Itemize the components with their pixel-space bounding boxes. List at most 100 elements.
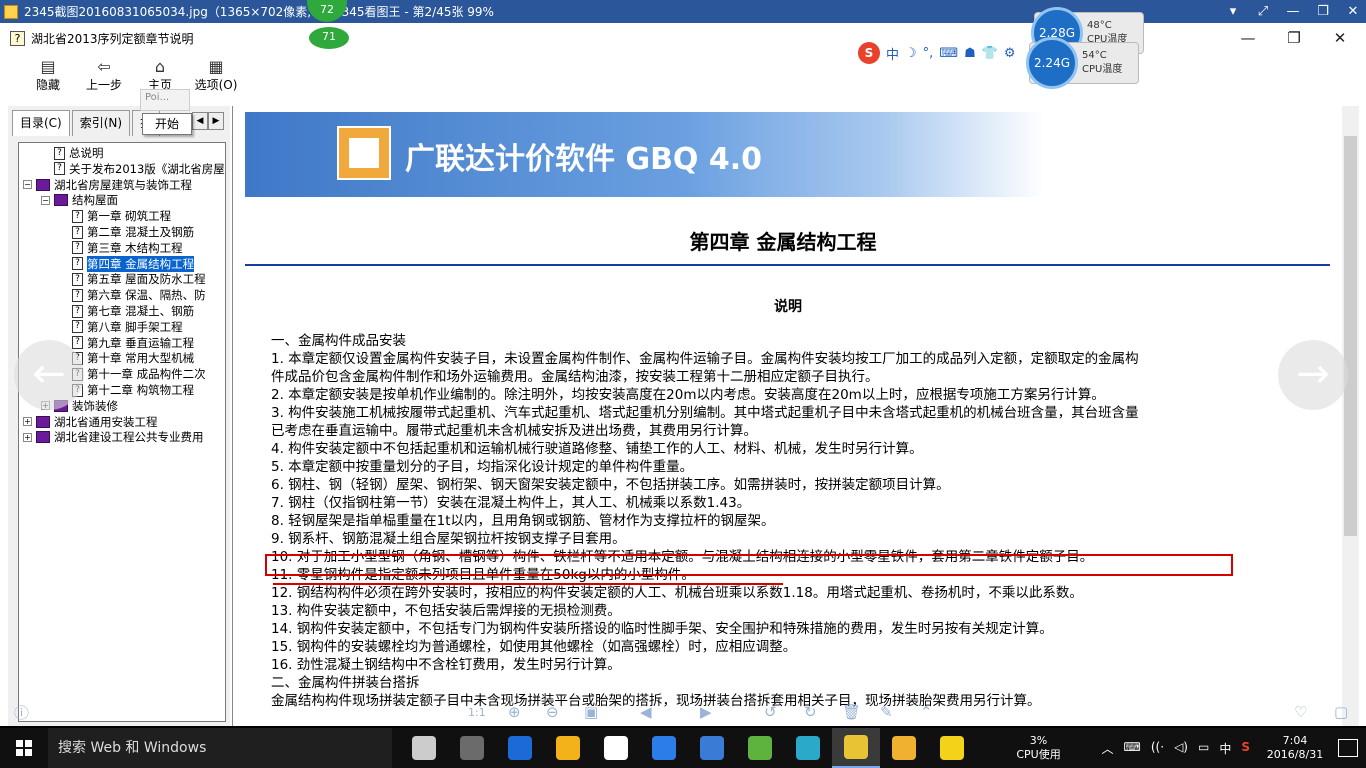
delete-icon[interactable]: 🗑 [842,703,861,721]
keyboard-icon[interactable]: ⌨ [1124,740,1141,757]
ime-chinese-mode[interactable]: 中 [886,44,899,63]
screenshot-icon[interactable]: ▢ [1334,703,1348,721]
viewer-menu-icon[interactable]: ▾ [1226,4,1240,19]
ime-moon-icon[interactable]: ☽ [905,46,917,61]
zoom-in-icon[interactable]: ⊕ [508,703,521,721]
back-arrow-icon: ⇦ [97,57,111,76]
next-image-arrow-icon[interactable]: → [1278,340,1348,410]
tree-item[interactable]: ? 第四章 金属结构工程 [59,255,195,272]
taskbar-app-icon[interactable] [688,728,736,768]
ime-user-icon[interactable]: ☗ [964,46,976,61]
back-button[interactable]: ⇦ 上一步 [76,53,132,95]
ime-skin-icon[interactable]: 👕 [982,46,998,61]
app-icon [748,736,772,760]
sogou-ime-icon[interactable]: S [858,42,880,64]
zoom-out-icon[interactable]: ⊖ [546,703,559,721]
actual-size-icon[interactable]: 1:1 [468,706,486,719]
taskbar-search[interactable]: 搜索 Web 和 Windows [48,728,392,768]
taskbar-app-icon[interactable] [784,728,832,768]
help-question-icon: ? [10,30,25,46]
taskbar-app-icon[interactable] [592,728,640,768]
viewer-restore-icon[interactable]: ❐ [1316,4,1330,19]
banner: 广联达计价软件 GBQ 4.0 [245,112,1045,197]
document-line: 一、金属构件成品安装 [271,333,406,349]
wifi-icon[interactable]: ((· [1151,740,1164,757]
tree-item[interactable]: ? 第二章 混凝土及钢筋 [59,224,194,240]
tab-scroll-left-icon[interactable]: ◀ [192,112,208,130]
tree-item[interactable]: ? 第一章 砌筑工程 [59,208,171,224]
tab-index[interactable]: 索引(N) [71,110,131,136]
document-line: 16. 劲性混凝土钢结构中不含栓钉费用，发生时另行计算。 [271,657,621,673]
tree-item[interactable]: − 结构屋面 [41,192,118,208]
ime-keyboard-icon[interactable]: ⌨ [939,46,958,61]
taskbar-app-icon[interactable] [400,728,448,768]
edit-icon[interactable]: ✎ [880,703,893,721]
message-icon[interactable]: ▭ [1198,740,1209,757]
book-icon [36,431,50,444]
tree-item[interactable]: ? 总说明 [41,145,104,161]
more-icon[interactable]: ⌃ [920,703,933,721]
taskbar-app-icon[interactable] [496,728,544,768]
close-icon[interactable]: ✕ [1332,29,1348,47]
tree-item[interactable]: + 湖北省建设工程公共专业费用 [23,429,204,445]
ime-settings-icon[interactable]: ⚙ [1004,46,1016,61]
fit-icon[interactable]: ▣ [584,703,598,721]
desktop: 2345截图20160831065034.jpg（1365×702像素, 22 … [0,0,1366,768]
tray-overflow-icon[interactable]: ︿ [1102,740,1114,757]
notification-icon[interactable] [1338,739,1358,757]
expand-icon[interactable]: + [23,417,32,427]
ime-punct-icon[interactable]: °, [923,46,934,61]
prev-icon[interactable]: ◀ [640,703,652,721]
taskbar-app-icon[interactable] [736,728,784,768]
tree-item[interactable]: − 湖北省房屋建筑与装饰工程 [23,177,192,193]
contents-tree[interactable]: ? 总说明? 关于发布2013版《湖北省房屋 − 湖北省房屋建筑与装饰工程 − 结构屋面? 第… [18,142,226,722]
maximize-icon[interactable]: ❐ [1286,29,1302,47]
taskbar-app-icon[interactable] [880,728,928,768]
viewer-close-icon[interactable]: ✕ [1346,4,1360,19]
sogou-tray-icon[interactable]: S [1241,740,1250,757]
collapse-icon[interactable]: − [41,195,50,205]
expand-icon[interactable]: + [23,432,32,442]
tree-item[interactable]: ? 第九章 垂直运输工程 [59,335,194,351]
tree-item[interactable]: ? 第五章 屋面及防水工程 [59,271,206,287]
tab-scroll-arrows: ◀ ▶ [192,112,224,130]
volume-icon[interactable]: ◁) [1174,740,1188,757]
viewer-fullscreen-icon[interactable]: ⤢ [1256,4,1270,19]
tree-item[interactable]: + 湖北省通用安装工程 [23,414,158,430]
document-line: 13. 构件安装定额中，不包括安装后需焊接的无损检测费。 [271,603,621,619]
tab-contents[interactable]: 目录(C) [12,110,70,136]
next-icon[interactable]: ▶ [700,703,712,721]
cpu-temp-2: 54°C [1082,50,1107,61]
help-page-icon: ? [72,209,83,223]
start-popup-item[interactable]: 开始 [142,113,192,135]
taskbar-app-icon[interactable] [448,728,496,768]
collapse-icon[interactable]: − [23,180,32,190]
tree-item[interactable]: ? 关于发布2013版《湖北省房屋 [41,161,225,177]
info-icon[interactable]: ⓘ [14,702,29,723]
tree-item[interactable]: ? 第六章 保温、隔热、防 [59,287,206,303]
rotate-right-icon[interactable]: ↻ [804,703,817,721]
input-language[interactable]: 中 [1219,740,1231,757]
options-button[interactable]: ▦ 选项(O) [188,53,244,95]
taskbar-app-icon[interactable] [832,728,880,768]
tree-item[interactable]: ? 第三章 木结构工程 [59,240,183,256]
favorite-icon[interactable]: ♡ [1294,703,1307,721]
tree-item[interactable]: ? 第八章 脚手架工程 [59,319,183,335]
scrollbar-thumb[interactable] [1344,136,1357,536]
clock[interactable]: 7:04 2016/8/31 [1262,734,1328,762]
tree-item-label: 第三章 木结构工程 [87,240,183,255]
start-button[interactable] [0,728,48,768]
minimize-icon[interactable]: — [1240,29,1256,47]
prev-image-arrow-icon[interactable]: ← [14,340,84,410]
app-icon [796,736,820,760]
taskbar-app-icon[interactable] [928,728,976,768]
document-line: 8. 轻钢屋架是指单榀重量在1t以内，且用角钢或钢筋、管材作为支撑拉杆的钢屋架。 [271,513,775,529]
viewer-minimize-icon[interactable]: — [1286,4,1300,19]
taskbar-app-icon[interactable] [640,728,688,768]
hide-button[interactable]: ▤ 隐藏 [20,53,76,95]
content-scrollbar[interactable] [1342,106,1359,726]
taskbar-app-icon[interactable] [544,728,592,768]
tab-scroll-right-icon[interactable]: ▶ [208,112,224,130]
rotate-left-icon[interactable]: ↺ [764,703,777,721]
tree-item[interactable]: ? 第七章 混凝土、钢筋 [59,303,194,319]
